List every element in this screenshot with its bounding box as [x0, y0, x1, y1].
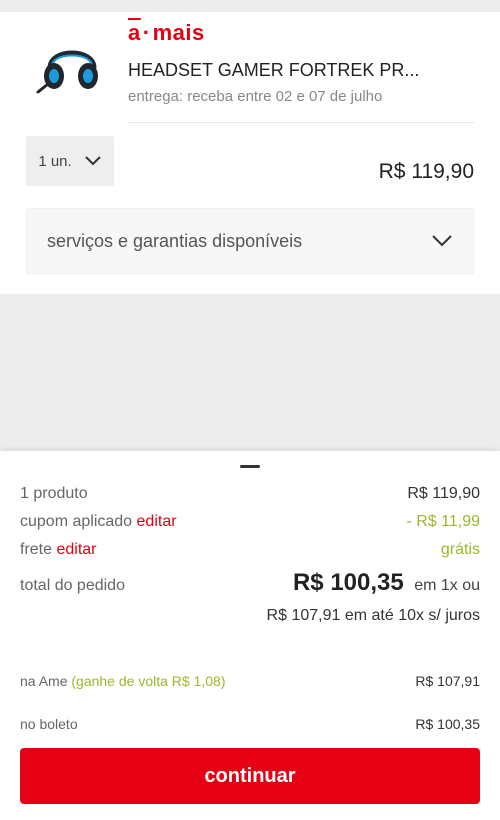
- chevron-down-icon: [432, 235, 452, 247]
- coupon-label: cupom aplicado: [20, 513, 133, 530]
- shipping-label: frete: [20, 541, 53, 558]
- product-thumbnail[interactable]: [36, 30, 108, 102]
- order-summary-sheet: 1 produto R$ 119,90 cupom aplicado edita…: [0, 451, 500, 820]
- ame-label: na Ame: [20, 673, 68, 689]
- top-strip: [0, 0, 500, 12]
- payment-row-boleto: no boleto R$ 100,35: [20, 716, 480, 732]
- brand-logo: a·mais: [128, 20, 205, 46]
- product-price: R$ 119,90: [378, 160, 474, 183]
- brand-dot: ·: [142, 20, 151, 45]
- ame-cashback: (ganhe de volta R$ 1,08): [71, 673, 226, 689]
- services-label: serviços e garantias disponíveis: [47, 230, 303, 251]
- product-title[interactable]: HEADSET GAMER FORTREK PR...: [128, 60, 419, 81]
- items-label: 1 produto: [20, 485, 88, 502]
- total-amount: R$ 100,35: [292, 569, 404, 596]
- boleto-value: R$ 100,35: [415, 716, 480, 732]
- delivery-estimate: entrega: receba entre 02 e 07 de julho: [128, 88, 383, 105]
- coupon-value: - R$ 11,99: [406, 513, 480, 530]
- brand-label: mais: [152, 20, 205, 45]
- boleto-label: no boleto: [20, 716, 78, 732]
- total-label: total do pedido: [20, 577, 125, 594]
- ame-value: R$ 107,91: [415, 673, 480, 689]
- shipping-value: grátis: [440, 541, 480, 558]
- items-value: R$ 119,90: [407, 485, 480, 502]
- coupon-edit-link[interactable]: editar: [137, 513, 177, 530]
- quantity-value: 1 un.: [38, 152, 72, 170]
- summary-row-items: 1 produto R$ 119,90: [20, 485, 480, 503]
- summary-row-total: total do pedido R$ 100,35 em 1x ou: [20, 569, 480, 597]
- services-warranty-dropdown[interactable]: serviços e garantias disponíveis: [26, 208, 474, 274]
- summary-row-shipping: frete editar grátis: [20, 541, 480, 559]
- drag-handle[interactable]: [240, 465, 260, 468]
- summary-row-coupon: cupom aplicado editar - R$ 11,99: [20, 513, 480, 531]
- continue-button[interactable]: continuar: [20, 748, 480, 804]
- total-suffix: em 1x ou: [414, 577, 480, 594]
- headset-icon: [36, 50, 98, 94]
- chevron-down-icon: [84, 156, 101, 166]
- shipping-edit-link[interactable]: editar: [56, 541, 96, 558]
- brand-mark: a: [128, 20, 141, 45]
- divider: [128, 122, 474, 123]
- product-card: a·mais HEADSET GAMER FORTREK PR... entre…: [0, 12, 500, 294]
- payment-row-ame: na Ame (ganhe de volta R$ 1,08) R$ 107,9…: [20, 673, 480, 689]
- quantity-select[interactable]: 1 un.: [26, 136, 114, 186]
- installments-text: R$ 107,91 em até 10x s/ juros: [266, 607, 480, 624]
